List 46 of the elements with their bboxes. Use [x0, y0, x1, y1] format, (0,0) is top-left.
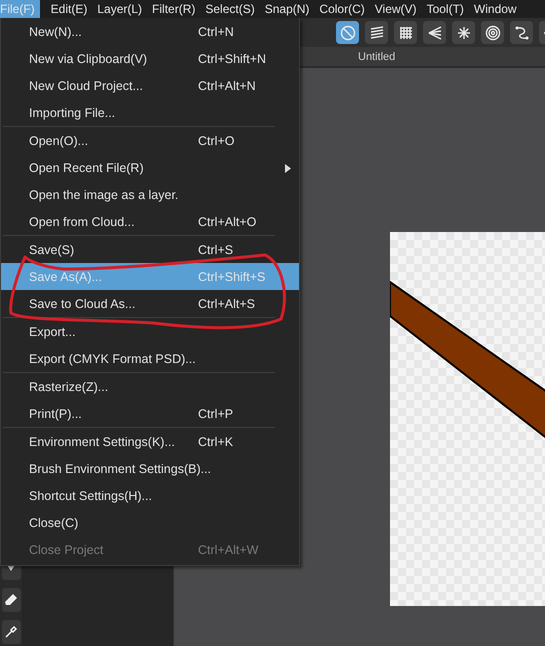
menu-item[interactable]: Open Recent File(R) — [1, 154, 299, 181]
ruler-button[interactable] — [452, 21, 475, 44]
menu-item[interactable]: New Cloud Project... Ctrl+Alt+N — [1, 72, 299, 99]
menu-item[interactable]: Open from Cloud... Ctrl+Alt+O — [1, 208, 299, 235]
menu-title[interactable]: Edit(E) — [46, 0, 92, 18]
grid-ruler-icon — [398, 24, 414, 40]
menu-item[interactable]: Close(C) — [1, 509, 299, 536]
concentric-ruler-icon — [484, 24, 500, 40]
no-snap-ruler-icon — [340, 24, 356, 40]
menu-item[interactable]: Export... — [1, 318, 299, 345]
ruler-button[interactable] — [481, 21, 504, 44]
ruler-button[interactable] — [336, 21, 359, 44]
menu-item[interactable]: Shortcut Settings(H)... — [1, 482, 299, 509]
menu-item[interactable]: Save to Cloud As... Ctrl+Alt+S — [1, 290, 299, 317]
menu-title[interactable]: Filter(R) — [147, 0, 200, 18]
menu-item[interactable]: Brush Environment Settings(B)... — [1, 455, 299, 482]
menu-title[interactable]: Color(C) — [314, 0, 370, 18]
menu-item[interactable]: Environment Settings(K)... Ctrl+K — [1, 428, 299, 455]
eraser-icon — [4, 593, 18, 607]
menu-title[interactable]: Select(S) — [200, 0, 260, 18]
ruler-button[interactable] — [423, 21, 446, 44]
eyedropper-icon — [4, 625, 18, 639]
tool-button[interactable] — [2, 620, 20, 644]
menu-item[interactable]: Export (CMYK Format PSD)... — [1, 345, 299, 372]
menu-item[interactable]: New(N)... Ctrl+N — [1, 18, 299, 45]
ruler-button[interactable] — [510, 21, 533, 44]
curve-ruler-icon — [514, 24, 530, 40]
menu-title[interactable]: Snap(N) — [260, 0, 314, 18]
menu-item[interactable]: New via Clipboard(V) Ctrl+Shift+N — [1, 45, 299, 72]
menu-item[interactable]: Print(P)... Ctrl+P — [1, 400, 299, 427]
tool-button[interactable] — [2, 588, 20, 612]
menu-title[interactable]: Layer(L) — [92, 0, 148, 18]
menu-item[interactable]: Rasterize(Z)... — [1, 373, 299, 400]
menu-item[interactable]: Open the image as a layer. — [1, 181, 299, 208]
fan-ruler-icon — [426, 24, 442, 40]
menu-item[interactable]: Importing File... — [1, 99, 299, 126]
menu-title[interactable]: View(V) — [370, 0, 422, 18]
burst-ruler-icon — [456, 24, 472, 40]
ruler-button[interactable] — [394, 21, 417, 44]
menu-item[interactable]: Save(S) Ctrl+S — [1, 236, 299, 263]
menu-item[interactable]: Open(O)... Ctrl+O — [1, 127, 299, 154]
document-tab[interactable]: Untitled — [358, 50, 396, 62]
menu-title[interactable]: Tool(T) — [422, 0, 469, 18]
parallel-ruler-icon — [368, 24, 384, 40]
ruler-button[interactable] — [365, 21, 388, 44]
menu-title[interactable]: Window — [468, 0, 522, 18]
